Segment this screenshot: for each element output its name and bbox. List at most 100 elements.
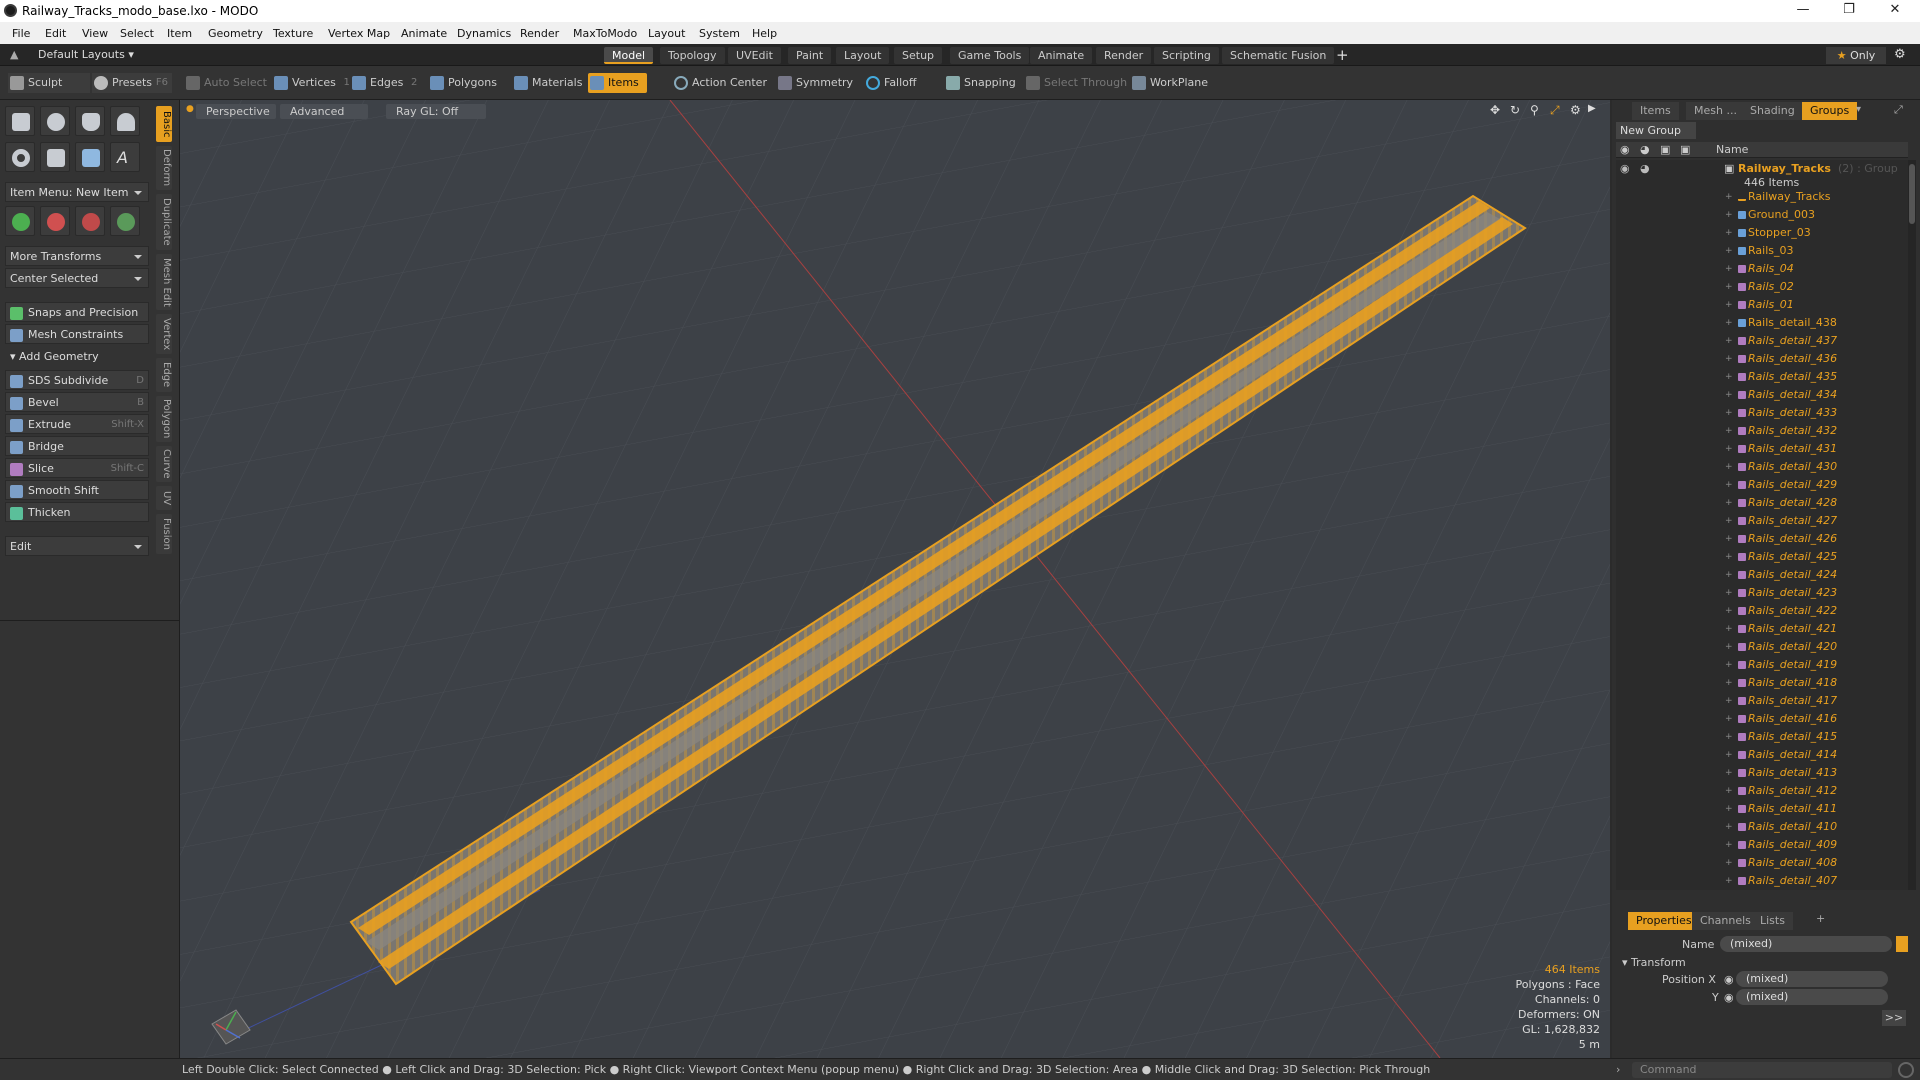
menu-maxtomodo[interactable]: MaxToModo [573, 27, 637, 40]
scale-button[interactable] [75, 206, 105, 236]
expand-icon[interactable]: + [1725, 422, 1733, 440]
panel-dropdown-icon[interactable]: ▾ [1856, 104, 1861, 115]
raygl-dropdown[interactable]: Ray GL: Off [386, 104, 486, 119]
vtab-duplicate[interactable]: Duplicate [156, 194, 172, 250]
edges-button[interactable]: Edges 2 [350, 73, 417, 93]
render-icon[interactable]: ◕ [1640, 143, 1650, 156]
tree-row[interactable]: + Rails_detail_411 [1616, 800, 1908, 818]
edit-dropdown[interactable]: Edit [5, 536, 149, 556]
expand-icon[interactable]: + [1725, 836, 1733, 854]
tree-row[interactable]: + Rails_detail_422 [1616, 602, 1908, 620]
workplane-button[interactable]: WorkPlane [1130, 73, 1208, 93]
menu-edit[interactable]: Edit [45, 27, 66, 40]
menu-system[interactable]: System [699, 27, 740, 40]
expand-icon[interactable]: + [1725, 404, 1733, 422]
vtab-fusion[interactable]: Fusion [156, 514, 172, 554]
menu-help[interactable]: Help [752, 27, 777, 40]
expand-icon[interactable]: + [1725, 602, 1733, 620]
expand-icon[interactable]: + [1725, 368, 1733, 386]
tree-row[interactable]: + Rails_detail_415 [1616, 728, 1908, 746]
center-selected-dropdown[interactable]: Center Selected [5, 268, 149, 288]
add-props-tab-icon[interactable]: + [1816, 912, 1825, 925]
expand-icon[interactable]: + [1725, 764, 1733, 782]
viewport-gear-icon[interactable]: ⚙ [1570, 103, 1581, 117]
expand-icon[interactable]: + [1725, 512, 1733, 530]
cone-button[interactable] [110, 106, 140, 136]
lock-icon[interactable]: ▣ [1660, 143, 1670, 156]
expand-icon[interactable]: + [1725, 314, 1733, 332]
tree-row[interactable]: + Rails_detail_421 [1616, 620, 1908, 638]
tree-row[interactable]: + Rails_detail_416 [1616, 710, 1908, 728]
layout-icon[interactable]: ▲ [10, 48, 18, 61]
transform-header[interactable]: ▾ Transform [1622, 956, 1686, 969]
sds-subdivide-button[interactable]: SDS Subdivide D [5, 370, 149, 390]
symmetry-button[interactable]: Symmetry [776, 73, 853, 93]
expand-icon[interactable]: + [1725, 224, 1733, 242]
zoom-icon[interactable]: ⚲ [1530, 103, 1539, 117]
tab-uvedit[interactable]: UVEdit [728, 47, 781, 64]
expand-icon[interactable]: + [1725, 566, 1733, 584]
tree-row[interactable]: + Rails_detail_413 [1616, 764, 1908, 782]
expand-icon[interactable]: + [1725, 278, 1733, 296]
select-icon[interactable]: ▣ [1680, 143, 1690, 156]
position-x-key-icon[interactable]: ◉ [1724, 973, 1734, 986]
tree-scrollbar[interactable] [1908, 160, 1916, 890]
tree-row[interactable]: + Stopper_03 [1616, 224, 1908, 242]
smooth-shift-button[interactable]: Smooth Shift [5, 480, 149, 500]
menu-geometry[interactable]: Geometry [208, 27, 263, 40]
tree-row[interactable]: + Rails_detail_424 [1616, 566, 1908, 584]
tree-row[interactable]: + Rails_detail_423 [1616, 584, 1908, 602]
tab-render[interactable]: Render [1096, 47, 1152, 64]
tree-row[interactable]: + Rails_02 [1616, 278, 1908, 296]
item-menu-dropdown[interactable]: Item Menu: New Item [5, 182, 149, 202]
tree-row[interactable]: + Rails_detail_407 [1616, 872, 1908, 890]
tree-row[interactable]: + Rails_detail_437 [1616, 332, 1908, 350]
perspective-dropdown[interactable]: Perspective [196, 104, 276, 119]
add-tab-icon[interactable]: + [1336, 46, 1349, 64]
y-field[interactable]: (mixed) [1736, 989, 1888, 1005]
expand-icon[interactable]: + [1725, 350, 1733, 368]
sphere-button[interactable] [40, 106, 70, 136]
expand-icon[interactable]: + [1725, 818, 1733, 836]
cube-button[interactable] [5, 106, 35, 136]
tree-row[interactable]: + Rails_detail_410 [1616, 818, 1908, 836]
tree-row[interactable]: + Rails_detail_419 [1616, 656, 1908, 674]
tab-items[interactable]: Items [1632, 102, 1679, 120]
orbit-icon[interactable]: ↻ [1510, 103, 1520, 117]
presets-button[interactable]: Presets F6 [92, 73, 172, 93]
expand-icon[interactable]: + [1725, 242, 1733, 260]
tree-row[interactable]: + Rails_detail_430 [1616, 458, 1908, 476]
expand-icon[interactable]: + [1725, 188, 1733, 206]
tree-row[interactable]: + Rails_detail_417 [1616, 692, 1908, 710]
vtab-vertex[interactable]: Vertex [156, 314, 172, 354]
sculpt-button[interactable]: Sculpt [8, 73, 90, 93]
tree-row[interactable]: + Rails_detail_425 [1616, 548, 1908, 566]
minimize-button[interactable]: — [1780, 0, 1826, 22]
tree-row[interactable]: + Rails_detail_436 [1616, 350, 1908, 368]
bridge-button[interactable]: Bridge [5, 436, 149, 456]
rotate-button[interactable] [40, 206, 70, 236]
expand-icon[interactable]: + [1725, 710, 1733, 728]
tree-row[interactable]: + Rails_01 [1616, 296, 1908, 314]
expand-icon[interactable]: + [1725, 476, 1733, 494]
snaps-precision-button[interactable]: Snaps and Precision [5, 302, 149, 322]
3d-viewport[interactable]: ● Perspective Advanced Ray GL: Off ✥ ↻ ⚲… [180, 100, 1610, 1058]
more-transforms-dropdown[interactable]: More Transforms [5, 246, 149, 266]
snapping-button[interactable]: Snapping [944, 73, 1016, 93]
tab-properties[interactable]: Properties [1628, 912, 1700, 930]
viewport-expand-icon[interactable]: ▶ [1588, 103, 1596, 114]
tab-scripting[interactable]: Scripting [1154, 47, 1219, 64]
gear-icon[interactable]: ⚙ [1894, 47, 1906, 62]
cylinder-button[interactable] [75, 106, 105, 136]
tree-row[interactable]: + Rails_detail_418 [1616, 674, 1908, 692]
tree-row[interactable]: + Rails_detail_426 [1616, 530, 1908, 548]
menu-file[interactable]: File [12, 27, 30, 40]
vertices-button[interactable]: Vertices 1 [272, 73, 350, 93]
pan-icon[interactable]: ✥ [1490, 103, 1500, 117]
tree-row[interactable]: + Rails_detail_408 [1616, 854, 1908, 872]
menu-texture[interactable]: Texture [273, 27, 313, 40]
polygons-button[interactable]: Polygons [428, 73, 497, 93]
new-group-button[interactable]: New Group [1616, 122, 1696, 139]
tree-row[interactable]: + Rails_detail_428 [1616, 494, 1908, 512]
tab-animate[interactable]: Animate [1030, 47, 1093, 64]
